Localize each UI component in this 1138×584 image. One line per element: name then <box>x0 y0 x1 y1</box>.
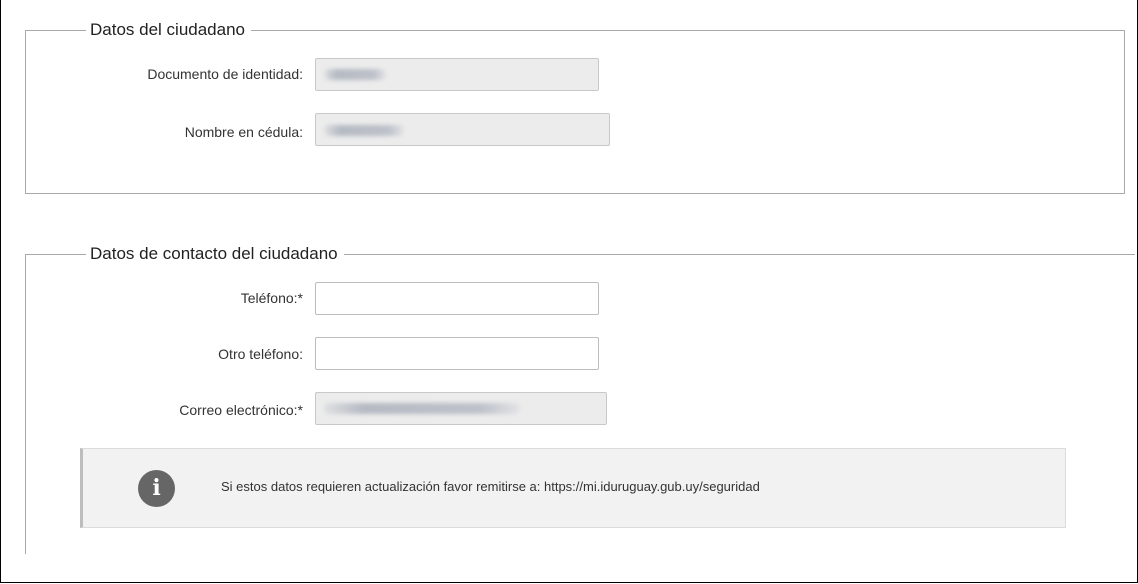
document-label: Documento de identidad: <box>147 66 303 82</box>
info-icon: i <box>138 470 175 507</box>
redacted-value <box>324 69 386 80</box>
email-field[interactable] <box>315 392 607 425</box>
document-field[interactable] <box>315 58 599 91</box>
other-phone-label: Otro teléfono: <box>218 346 303 362</box>
redacted-value <box>324 125 404 136</box>
citizen-data-legend: Datos del ciudadano <box>86 19 252 41</box>
citizen-data-fieldset: Datos del ciudadano <box>25 19 1125 194</box>
contact-data-legend: Datos de contacto del ciudadano <box>86 243 344 265</box>
phone-input[interactable] <box>315 282 599 315</box>
name-label: Nombre en cédula: <box>184 124 303 140</box>
email-label: Correo electrónico:* <box>179 402 303 418</box>
phone-label: Teléfono:* <box>240 290 303 306</box>
other-phone-input[interactable] <box>315 337 599 370</box>
info-notice: i Si estos datos requieren actualización… <box>80 448 1066 528</box>
name-field[interactable] <box>315 113 610 146</box>
info-notice-text: Si estos datos requieren actualización f… <box>221 479 760 494</box>
redacted-value <box>324 403 520 414</box>
